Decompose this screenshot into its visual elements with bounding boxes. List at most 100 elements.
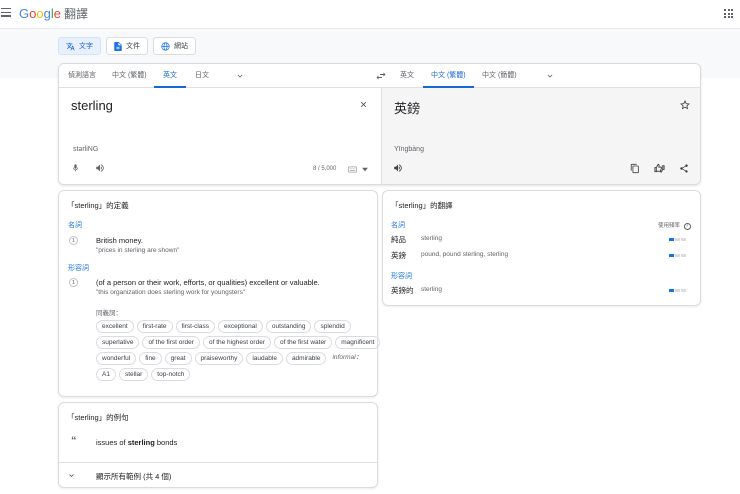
mode-document-button[interactable]: 文件 [106, 37, 148, 55]
chevron-down-icon [69, 474, 74, 477]
example-text-pre: issues of [96, 438, 128, 447]
language-bar: 偵測語言 中文 (繁體) 英文 日文 英文 中文 (繁體) 中文 (簡體) [59, 64, 700, 88]
frequency-help-icon[interactable]: ? [683, 223, 691, 230]
frequency-bar [669, 289, 686, 292]
definition-example: "this organization does sterling work fo… [96, 289, 246, 296]
translation-meanings: pound, pound sterling, sterling [421, 251, 509, 258]
google-translate-logo[interactable]: Google 翻譯 [19, 5, 88, 22]
copy-translation-icon[interactable] [630, 163, 640, 174]
definitions-panel: 「sterling」的定義 名詞 1 British money. "price… [58, 190, 381, 397]
synonym-chip[interactable]: excellent [96, 320, 134, 333]
show-all-examples-button[interactable]: 顯示所有範例 (共 4 個) [59, 463, 377, 488]
google-wordmark: Google [19, 6, 61, 21]
keyboard-icon[interactable] [348, 166, 357, 173]
mode-selector: 文字 文件 網站 [58, 37, 196, 55]
logo-letter: g [43, 6, 51, 21]
synonym-chip[interactable]: magnificent [335, 336, 381, 349]
definition-text: British money. [96, 236, 143, 245]
synonyms-list: excellent first-rate first-class exceptiona… [96, 320, 381, 381]
frequency-bar [669, 238, 686, 241]
examples-panel: 「sterling」的例句 “ issues of sterling bonds… [58, 402, 378, 488]
source-lang-english-tab[interactable]: 英文 [154, 64, 186, 88]
mode-text-button[interactable]: 文字 [58, 37, 101, 55]
mode-text-label: 文字 [79, 43, 93, 50]
share-translation-icon[interactable] [679, 163, 689, 174]
synonym-chip[interactable]: of the highest order [202, 336, 271, 349]
logo-letter: e [53, 6, 61, 21]
translation-word[interactable]: 純品 [391, 234, 406, 245]
target-lang-zh-hans-tab[interactable]: 中文 (簡體) [482, 64, 517, 88]
translation-row[interactable]: 英鎊的 sterling [391, 285, 694, 297]
microphone-icon[interactable] [71, 163, 80, 173]
synonym-chip[interactable]: of the first water [273, 336, 333, 349]
synonym-chip[interactable]: exceptional [217, 320, 263, 333]
source-text-input[interactable]: sterling [71, 98, 113, 113]
synonym-chip[interactable]: great [164, 352, 192, 365]
save-translation-star-icon[interactable] [680, 100, 690, 110]
source-lang-zh-hant-tab[interactable]: 中文 (繁體) [112, 64, 147, 88]
clear-source-close-icon[interactable] [359, 100, 368, 109]
definition-text: (of a person or their work, efforts, or … [96, 278, 320, 287]
synonym-chip[interactable]: laudable [246, 352, 283, 365]
translations-title: 「sterling」的翻譯 [391, 201, 453, 210]
synonym-chip[interactable]: A1 [96, 368, 116, 381]
definition-pos-adjective: 形容詞 [68, 265, 89, 272]
example-highlight: sterling [127, 438, 155, 447]
source-more-languages-chevron-down-icon[interactable] [235, 71, 245, 81]
translation-word[interactable]: 英鎊的 [391, 285, 414, 296]
translation-row[interactable]: 英鎊 pound, pound sterling, sterling [391, 250, 694, 262]
synonym-chip[interactable]: first-rate [136, 320, 173, 333]
synonym-chip[interactable]: fine [139, 352, 162, 365]
synonym-chip[interactable]: superlative [96, 336, 140, 349]
translation-meanings: sterling [421, 286, 442, 293]
globe-icon [161, 41, 170, 51]
target-lang-zh-hant-tab[interactable]: 中文 (繁體) [423, 64, 474, 88]
synonym-chip[interactable]: admirable [285, 352, 327, 365]
example-sentence: issues of sterling bonds [96, 438, 177, 447]
synonym-chip[interactable]: wonderful [96, 352, 137, 365]
translation-card: 偵測語言 中文 (繁體) 英文 日文 英文 中文 (繁體) 中文 (簡體) st… [58, 63, 701, 185]
translation-word[interactable]: 英鎊 [391, 250, 406, 261]
synonym-chip[interactable]: outstanding [265, 320, 312, 333]
target-lang-english-tab[interactable]: 英文 [400, 64, 414, 88]
translations-panel: 「sterling」的翻譯 名詞 使用頻率 ? 純品 sterling 英鎊 p… [382, 190, 701, 306]
source-lang-detect-tab[interactable]: 偵測語言 [68, 64, 96, 88]
mode-website-label: 網站 [174, 43, 188, 50]
definition-example: "prices in sterling are shown" [96, 247, 180, 254]
translate-icon [66, 42, 75, 50]
swap-languages-icon[interactable] [375, 70, 387, 82]
target-more-languages-chevron-down-icon[interactable] [545, 71, 555, 81]
target-pane: 英鎊 Yīngbàng [381, 88, 700, 184]
show-all-examples-label: 顯示所有範例 (共 4 個) [96, 472, 172, 481]
synonym-chip[interactable]: top-notch [151, 368, 191, 381]
definition-number: 1 [69, 236, 78, 245]
apps-grid-icon[interactable] [724, 9, 733, 18]
example-text-post: bonds [154, 438, 178, 447]
logo-letter: G [19, 6, 30, 21]
hamburger-menu-icon[interactable] [1, 8, 11, 18]
source-listen-speaker-icon[interactable] [95, 163, 105, 173]
synonym-chip[interactable]: stellar [118, 368, 149, 381]
quote-icon: “ [71, 435, 77, 447]
logo-letter: o [36, 6, 44, 21]
synonym-chip[interactable]: of the first order [142, 336, 200, 349]
source-lang-japanese-tab[interactable]: 日文 [195, 64, 209, 88]
translation-meanings: sterling [421, 235, 442, 242]
synonym-chip[interactable]: splendid [314, 320, 351, 333]
synonym-chip[interactable]: first-class [175, 320, 215, 333]
translation-pos-adjective: 形容詞 [391, 273, 412, 280]
informal-label: informal： [332, 354, 363, 361]
source-transliteration: stərliNG [73, 146, 99, 153]
mode-document-label: 文件 [126, 43, 140, 50]
translated-text: 英鎊 [394, 101, 421, 116]
rate-translation-feedback-icon[interactable] [654, 163, 665, 174]
document-icon [114, 41, 122, 51]
synonym-chip[interactable]: praiseworthy [194, 352, 244, 365]
frequency-label: 使用頻率 [658, 223, 681, 229]
source-pane[interactable]: sterling stərliNG 8 / 5,000 [59, 88, 381, 184]
target-listen-speaker-icon[interactable] [393, 163, 403, 173]
keyboard-options-chevron-down-icon[interactable] [362, 167, 368, 172]
translation-row[interactable]: 純品 sterling [391, 234, 694, 246]
product-name: 翻譯 [63, 7, 88, 21]
mode-website-button[interactable]: 網站 [153, 37, 196, 55]
